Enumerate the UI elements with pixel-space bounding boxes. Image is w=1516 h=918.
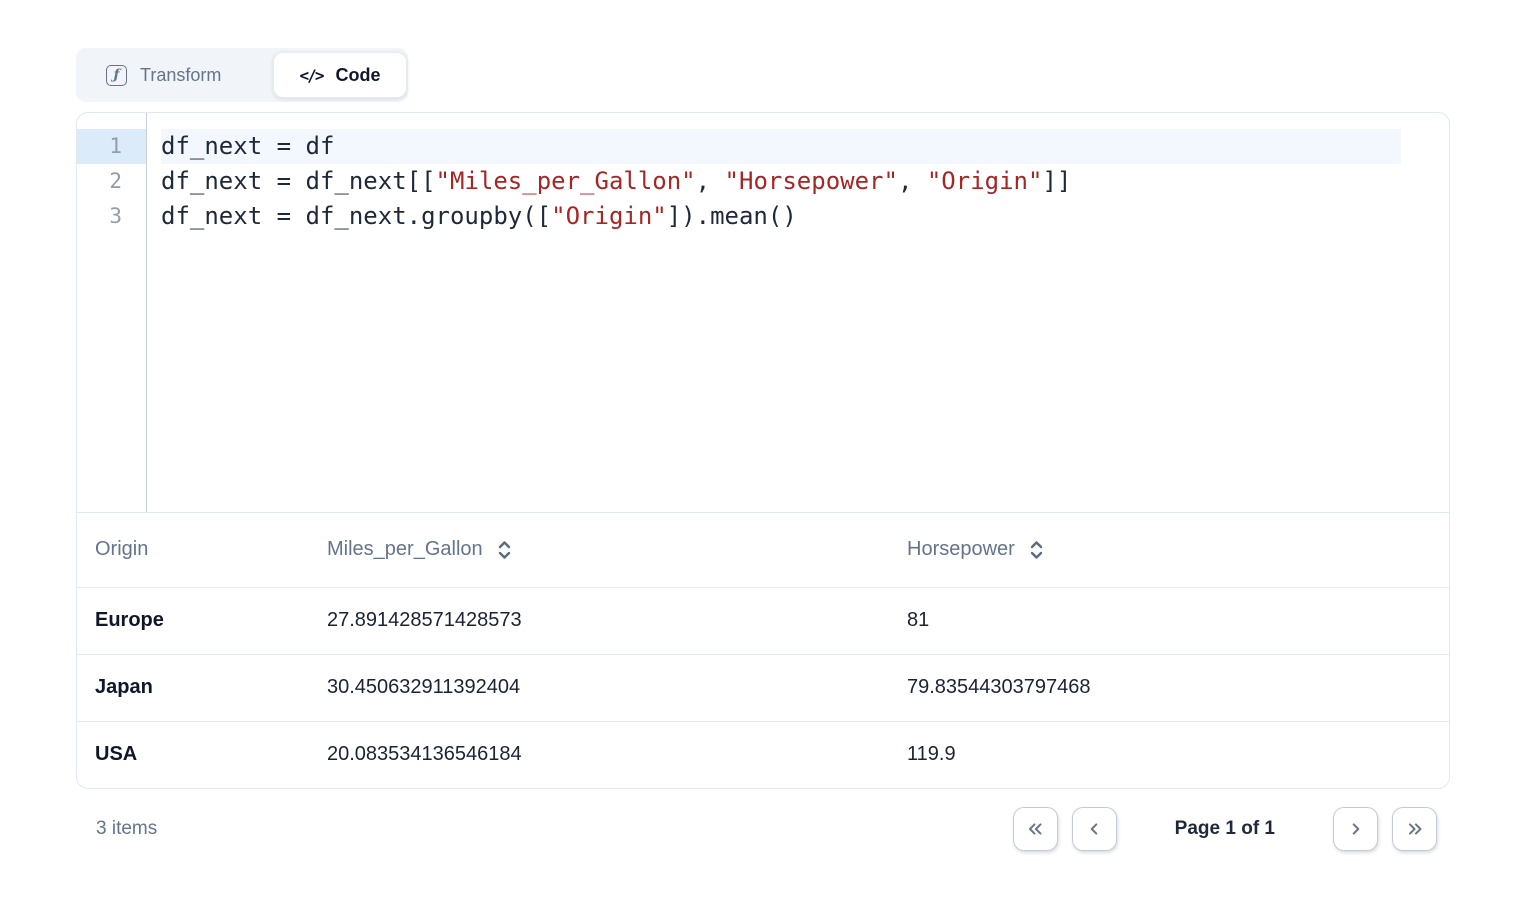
column-header-horsepower: Horsepower [889,513,1449,587]
cell-origin: Japan [77,654,309,721]
cell-origin: Europe [77,587,309,654]
items-count: 3 items [96,818,157,840]
code-line-3[interactable]: df_next = df_next.groupby(["Origin"]).me… [161,199,1401,234]
column-header-miles-per-gallon: Miles_per_Gallon [309,513,889,587]
chevrons-right-icon [1404,818,1426,840]
table-row: Europe 27.891428571428573 81 [77,587,1449,654]
cell-miles-per-gallon: 20.083534136546184 [309,721,889,788]
tab-transform-label: Transform [140,65,221,86]
chevron-left-icon [1083,818,1105,840]
tab-code[interactable]: </> Code [273,52,407,98]
table-footer: 3 items Page 1 of 1 [76,803,1450,855]
cell-horsepower: 119.9 [889,721,1449,788]
pagination: Page 1 of 1 [1013,807,1437,851]
line-number: 3 [77,199,146,234]
cell-miles-per-gallon: 27.891428571428573 [309,587,889,654]
table-header-row: Origin Miles_per_Gallon [77,513,1449,587]
cell-origin: USA [77,721,309,788]
chevrons-left-icon [1024,818,1046,840]
line-number: 2 [77,164,146,199]
code-icon: </> [300,66,323,85]
table-row: Japan 30.450632911392404 79.835443037974… [77,654,1449,721]
line-number: 1 [77,129,146,164]
result-table: Origin Miles_per_Gallon [77,513,1449,788]
last-page-button[interactable] [1392,807,1437,851]
code-line-1[interactable]: df_next = df [161,129,1401,164]
tab-transform[interactable]: ƒ Transform [76,65,221,86]
next-page-button[interactable] [1333,807,1378,851]
tab-code-label: Code [335,65,380,86]
first-page-button[interactable] [1013,807,1058,851]
line-number-gutter: 1 2 3 [77,113,147,512]
column-header-origin: Origin [77,513,309,587]
page-indicator: Page 1 of 1 [1175,818,1275,840]
code-editor[interactable]: 1 2 3 df_next = df df_next = df_next[["M… [77,113,1449,513]
main-panel: 1 2 3 df_next = df df_next = df_next[["M… [76,112,1450,789]
cell-horsepower: 79.83544303797468 [889,654,1449,721]
cell-horsepower: 81 [889,587,1449,654]
view-tabbar: ƒ Transform </> Code [76,48,408,102]
dataframe-transform-widget: ƒ Transform </> Code 1 2 3 df_next = df … [76,48,1450,855]
chevron-right-icon [1345,818,1367,840]
code-line-2[interactable]: df_next = df_next[["Miles_per_Gallon", "… [161,164,1401,199]
table-row: USA 20.083534136546184 119.9 [77,721,1449,788]
sort-icon[interactable] [1029,540,1044,560]
code-content[interactable]: df_next = df df_next = df_next[["Miles_p… [147,113,1449,512]
prev-page-button[interactable] [1072,807,1117,851]
function-icon: ƒ [106,65,127,86]
sort-icon[interactable] [497,540,512,560]
cell-miles-per-gallon: 30.450632911392404 [309,654,889,721]
